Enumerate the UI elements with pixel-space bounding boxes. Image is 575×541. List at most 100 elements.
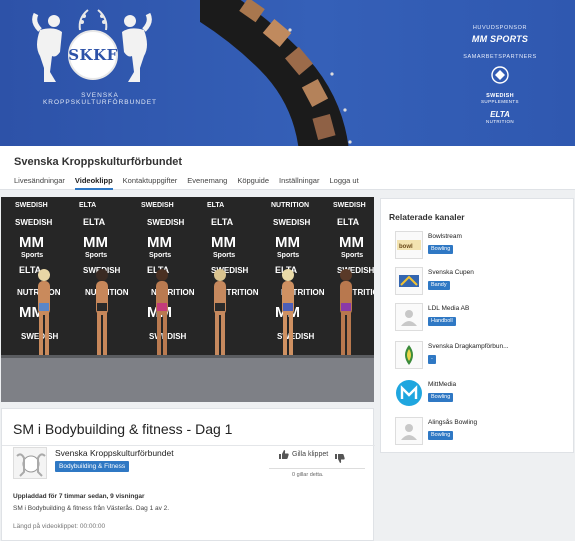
svg-text:Sports: Sports: [277, 252, 299, 259]
default-avatar-icon: [401, 424, 417, 440]
related-channel-item[interactable]: Svenska Cupen Bandy: [395, 267, 570, 297]
related-title: Relaterade kanaler: [389, 212, 465, 222]
svg-text:ELTA: ELTA: [207, 202, 224, 209]
svg-text:SWEDISH: SWEDISH: [273, 218, 311, 227]
skkf-logo: SKKF: [28, 8, 156, 93]
video-player[interactable]: SWEDISH ELTA SWEDISH ELTA NUTRITION SWED…: [1, 197, 374, 402]
logo-text: SKKF: [68, 46, 118, 64]
divider: [2, 445, 375, 446]
bowlstream-logo-icon: bowl: [397, 240, 421, 250]
athlete-figure: [38, 269, 50, 355]
likes-count: 0 gillar detta.: [292, 472, 324, 478]
channel-avatar[interactable]: [13, 447, 47, 479]
main-sponsor-label: HUVUDSPONSOR: [472, 25, 528, 31]
partner-2-name: ELTA: [490, 110, 510, 119]
partner-2-sub: NUTRITION: [485, 119, 515, 124]
bodybuilder-right-icon: [122, 12, 152, 82]
svg-text:ELTA: ELTA: [337, 217, 360, 227]
film-strip-graphic: [200, 0, 352, 146]
tab-kontaktuppgifter[interactable]: Kontaktuppgifter: [123, 176, 178, 190]
channel-thumbnail: [395, 417, 423, 445]
video-description: SM i Bodybuilding & fitness från Västerå…: [13, 505, 170, 512]
svg-text:ELTA: ELTA: [211, 217, 234, 227]
wreath-icon: [78, 9, 108, 31]
channel-thumbnail: [395, 267, 423, 295]
logo-badge: SKKF: [68, 30, 118, 80]
tab-videoklipp[interactable]: Videoklipp: [74, 176, 113, 190]
related-channel-item[interactable]: MittMedia Bowling: [395, 379, 570, 409]
svg-text:SWEDISH: SWEDISH: [15, 202, 48, 209]
tab-livesandningar[interactable]: Livesändningar: [14, 176, 65, 190]
athlete-figure: [282, 269, 294, 355]
page: SKKF SVENSKA KROPPSKULTURFÖRBUNDET HUVUD…: [0, 0, 575, 541]
main-sponsor-name: MM SPORTS: [471, 34, 529, 44]
related-channel-name: Svenska Dragkampförbun...: [428, 343, 509, 350]
skkf-logo-icon: [16, 453, 46, 477]
video-info-card: SM i Bodybuilding & fitness - Dag 1 Sven…: [1, 408, 375, 541]
category-badge[interactable]: Bodybuilding & Fitness: [55, 461, 130, 472]
svg-text:MM: MM: [19, 234, 44, 251]
dislike-button[interactable]: [335, 450, 345, 468]
svg-text:Sports: Sports: [213, 252, 235, 259]
channel-header: Svenska Kroppskulturförbundet Livesändni…: [0, 146, 575, 190]
svg-text:MM: MM: [83, 234, 108, 251]
tab-logga-ut[interactable]: Logga ut: [329, 176, 358, 190]
owner-name[interactable]: Svenska Kroppskulturförbundet: [55, 448, 174, 458]
upload-meta: Uppladdad för 7 timmar sedan, 9 visninga…: [13, 493, 145, 500]
related-channel-badge: Bowling: [428, 393, 454, 402]
like-button[interactable]: Gilla klippet: [279, 450, 328, 459]
tab-kopguide[interactable]: Köpguide: [237, 176, 269, 190]
channel-title: Svenska Kroppskulturförbundet: [14, 156, 183, 168]
channel-tabs: Livesändningar Videoklipp Kontaktuppgift…: [14, 176, 369, 190]
svg-text:Sports: Sports: [85, 252, 107, 259]
svenska-cupen-logo-icon: [399, 275, 419, 287]
related-channel-name: Alingsås Bowling: [428, 419, 478, 426]
related-channel-name: MittMedia: [428, 381, 457, 388]
swedish-supplements-logo-icon: [491, 66, 509, 84]
tab-installningar[interactable]: Inställningar: [279, 176, 319, 190]
related-channel-badge: Bandy: [428, 281, 450, 290]
related-channel-item[interactable]: LDL Media AB Handboll: [395, 303, 570, 333]
channel-thumbnail: bowl: [395, 231, 423, 259]
svg-text:SWEDISH: SWEDISH: [333, 202, 366, 209]
video-length: Längd på videoklippet: 00:00:00: [13, 523, 106, 530]
sponsor-block: HUVUDSPONSOR MM SPORTS SAMARBETSPARTNERS…: [462, 25, 538, 124]
svg-text:Sports: Sports: [149, 252, 171, 259]
related-channel-badge: -: [428, 355, 436, 364]
related-channel-item[interactable]: Svenska Dragkampförbun... -: [395, 341, 570, 371]
video-title: SM i Bodybuilding & fitness - Dag 1: [13, 421, 233, 437]
related-channel-item[interactable]: Alingsås Bowling Bowling: [395, 417, 570, 447]
related-channel-badge: Bowling: [428, 245, 454, 254]
svg-text:ELTA: ELTA: [79, 202, 96, 209]
tab-evenemang[interactable]: Evenemang: [187, 176, 227, 190]
related-channels-panel: Relaterade kanaler bowl Bowlstream Bowli…: [380, 198, 574, 453]
banner-org-name: SVENSKA KROPPSKULTURFÖRBUNDET: [42, 92, 158, 106]
svg-text:MM: MM: [339, 234, 364, 251]
related-channel-name: Bowlstream: [428, 233, 462, 240]
svg-text:MM: MM: [275, 234, 300, 251]
related-channel-name: Svenska Cupen: [428, 269, 474, 276]
athlete-figure: [340, 269, 352, 355]
svg-text:MM: MM: [147, 234, 172, 251]
athlete-figure: [96, 269, 108, 355]
channel-banner: SKKF SVENSKA KROPPSKULTURFÖRBUNDET HUVUD…: [0, 0, 575, 146]
mittmedia-logo-icon: [396, 380, 422, 406]
thumbs-down-icon: [335, 454, 345, 463]
partners-label: SAMARBETSPARTNERS: [463, 54, 537, 60]
svg-text:bowl: bowl: [399, 244, 413, 250]
svg-text:Sports: Sports: [341, 252, 363, 259]
dragkamp-logo-icon: [405, 345, 413, 365]
svg-text:Sports: Sports: [21, 252, 43, 259]
related-channel-item[interactable]: bowl Bowlstream Bowling: [395, 231, 570, 261]
related-channel-name: LDL Media AB: [428, 305, 470, 312]
svg-text:SWEDISH: SWEDISH: [147, 218, 185, 227]
svg-text:MM: MM: [211, 234, 236, 251]
athlete-figure: [156, 269, 168, 355]
likes-divider: [269, 468, 365, 469]
svg-text:NUTRITION: NUTRITION: [271, 202, 309, 209]
default-avatar-icon: [401, 310, 417, 326]
svg-text:SWEDISH: SWEDISH: [141, 202, 174, 209]
svg-text:SWEDISH: SWEDISH: [15, 218, 53, 227]
like-label: Gilla klippet: [292, 451, 329, 458]
related-channel-badge: Bowling: [428, 431, 454, 440]
